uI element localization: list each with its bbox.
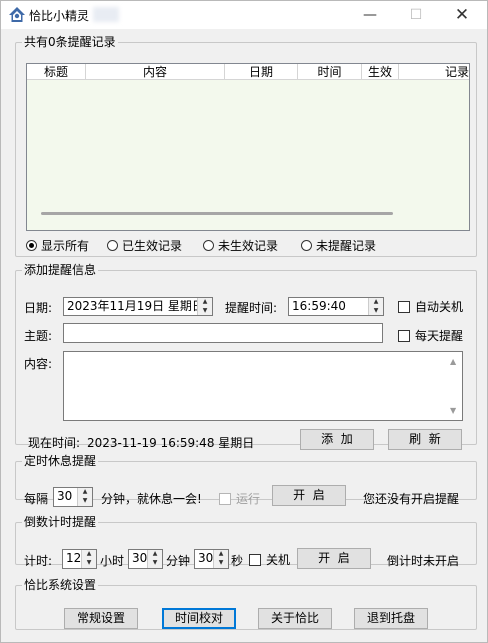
rest-minutes-spinner[interactable]: ▲ ▼: [77, 488, 92, 506]
spin-down-icon[interactable]: ▼: [147, 559, 162, 568]
daily-reminder-label: 每天提醒: [415, 329, 464, 343]
content-textarea[interactable]: ▲ ▼: [63, 351, 463, 421]
house-icon: [9, 7, 25, 22]
rest-reminder-group: 定时休息提醒 每隔 30 ▲ ▼ 分钟，就休息一会! 运行 开 启 您还没有开启提…: [15, 454, 477, 507]
column-header-date[interactable]: 日期: [225, 64, 298, 80]
spin-down-icon[interactable]: ▼: [81, 559, 96, 568]
countdown-start-button[interactable]: 开 启: [297, 548, 371, 569]
filter-unreminded[interactable]: 未提醒记录: [301, 237, 376, 254]
title-redacted: [93, 7, 119, 22]
horizontal-scrollbar[interactable]: [41, 212, 393, 215]
minutes-unit: 分钟: [166, 554, 191, 568]
content-label: 内容:: [24, 357, 53, 371]
window-title: 恰比小精灵: [29, 9, 90, 23]
countdown-legend: 倒数计时提醒: [24, 515, 97, 529]
auto-shutdown-label: 自动关机: [415, 300, 464, 314]
maximize-button[interactable]: ☐: [393, 1, 439, 29]
timer-label: 计时:: [24, 554, 53, 568]
close-button[interactable]: ✕: [439, 1, 485, 29]
radio-icon: [203, 240, 214, 251]
refresh-button[interactable]: 刷 新: [388, 429, 462, 450]
add-reminder-legend: 添加提醒信息: [24, 263, 97, 277]
countdown-group: 倒数计时提醒 计时: 12 ▲ ▼ 小时 30 ▲ ▼ 分钟 30 ▲ ▼ 秒 关机 …: [15, 515, 477, 569]
content-scrollbar[interactable]: ▲ ▼: [446, 352, 462, 420]
checkbox-icon: [398, 300, 410, 313]
remind-time-label: 提醒时间:: [225, 301, 278, 315]
date-spinner[interactable]: ▲ ▼: [197, 298, 212, 315]
auto-shutdown-checkbox[interactable]: 自动关机: [398, 298, 463, 315]
spin-up-icon[interactable]: ▲: [213, 550, 228, 559]
daily-reminder-checkbox[interactable]: 每天提醒: [398, 327, 463, 344]
column-header-title[interactable]: 标题: [27, 64, 86, 80]
seconds-spinner[interactable]: ▲ ▼: [213, 550, 228, 568]
hours-unit: 小时: [100, 554, 125, 568]
countdown-shutdown-checkbox[interactable]: 关机: [249, 551, 290, 568]
checkbox-icon: [219, 492, 231, 505]
column-header-record[interactable]: 记录: [399, 64, 469, 80]
title-bar[interactable]: 恰比小精灵 — ☐ ✕: [1, 1, 487, 29]
filter-inactive[interactable]: 未生效记录: [203, 237, 278, 254]
checkbox-icon: [249, 553, 261, 566]
system-settings-legend: 恰比系统设置: [24, 578, 97, 592]
seconds-unit: 秒: [231, 554, 244, 568]
filter-label: 已生效记录: [122, 239, 183, 253]
radio-icon: [107, 240, 118, 251]
subject-input[interactable]: [63, 323, 383, 343]
system-settings-group: 恰比系统设置 常规设置 时间校对 关于恰比 退到托盘: [15, 578, 477, 630]
countdown-shutdown-label: 关机: [266, 553, 291, 567]
time-spinner[interactable]: ▲ ▼: [368, 298, 383, 315]
rest-status-text: 您还没有开启提醒: [363, 492, 460, 506]
filter-label: 未生效记录: [218, 239, 279, 253]
main-window: 恰比小精灵 — ☐ ✕ 共有0条提醒记录 标题 内容 日期 时间 生效 记录 显…: [0, 0, 488, 643]
filter-active[interactable]: 已生效记录: [107, 237, 182, 254]
spin-up-icon[interactable]: ▲: [197, 298, 212, 307]
records-list[interactable]: 标题 内容 日期 时间 生效 记录: [26, 63, 470, 231]
every-label: 每隔: [24, 492, 49, 506]
spin-up-icon[interactable]: ▲: [147, 550, 162, 559]
date-picker[interactable]: 2023年11月19日 星期日: [63, 297, 213, 316]
countdown-status-text: 倒计时未开启: [387, 554, 460, 568]
subject-label: 主题:: [24, 329, 53, 343]
add-button[interactable]: 添 加: [300, 429, 374, 450]
records-group: 共有0条提醒记录 标题 内容 日期 时间 生效 记录 显示所有 已生效记录 未生…: [15, 35, 477, 257]
radio-icon: [26, 240, 37, 251]
column-header-time[interactable]: 时间: [298, 64, 362, 80]
column-header-active[interactable]: 生效: [362, 64, 399, 80]
general-settings-button[interactable]: 常规设置: [64, 608, 138, 629]
filter-label: 未提醒记录: [316, 239, 377, 253]
rest-reminder-legend: 定时休息提醒: [24, 454, 97, 468]
about-button[interactable]: 关于恰比: [258, 608, 332, 629]
rest-start-button[interactable]: 开 启: [272, 485, 346, 506]
radio-icon: [301, 240, 312, 251]
rest-run-label: 运行: [236, 492, 261, 506]
spin-up-icon[interactable]: ▲: [368, 298, 383, 307]
spin-down-icon[interactable]: ▼: [368, 306, 383, 315]
spin-up-icon[interactable]: ▲: [81, 550, 96, 559]
spin-down-icon[interactable]: ▼: [197, 306, 212, 315]
minimize-button[interactable]: —: [347, 1, 393, 29]
time-sync-button[interactable]: 时间校对: [162, 608, 236, 629]
rest-run-checkbox[interactable]: 运行: [219, 490, 260, 507]
filter-all[interactable]: 显示所有: [26, 237, 89, 254]
add-reminder-group: 添加提醒信息 日期: 2023年11月19日 星期日 ▲ ▼ 提醒时间: 16:5…: [15, 263, 477, 450]
records-legend: 共有0条提醒记录: [24, 35, 116, 49]
date-label: 日期:: [24, 301, 53, 315]
column-header-content[interactable]: 内容: [86, 64, 225, 80]
minimize-to-tray-button[interactable]: 退到托盘: [354, 608, 428, 629]
rest-minutes-text: 分钟，就休息一会!: [101, 492, 202, 506]
spin-down-icon[interactable]: ▼: [213, 559, 228, 568]
now-time-label: 现在时间:: [28, 436, 81, 450]
scroll-up-icon[interactable]: ▲: [450, 357, 456, 366]
minutes-spinner[interactable]: ▲ ▼: [147, 550, 162, 568]
now-time-value: 2023-11-19 16:59:48 星期日: [87, 436, 255, 450]
list-header: 标题 内容 日期 时间 生效 记录: [27, 64, 469, 80]
checkbox-icon: [398, 329, 410, 342]
spin-up-icon[interactable]: ▲: [77, 488, 92, 497]
filter-label: 显示所有: [41, 239, 90, 253]
hours-spinner[interactable]: ▲ ▼: [81, 550, 96, 568]
spin-down-icon[interactable]: ▼: [77, 497, 92, 506]
scroll-down-icon[interactable]: ▼: [450, 406, 456, 415]
